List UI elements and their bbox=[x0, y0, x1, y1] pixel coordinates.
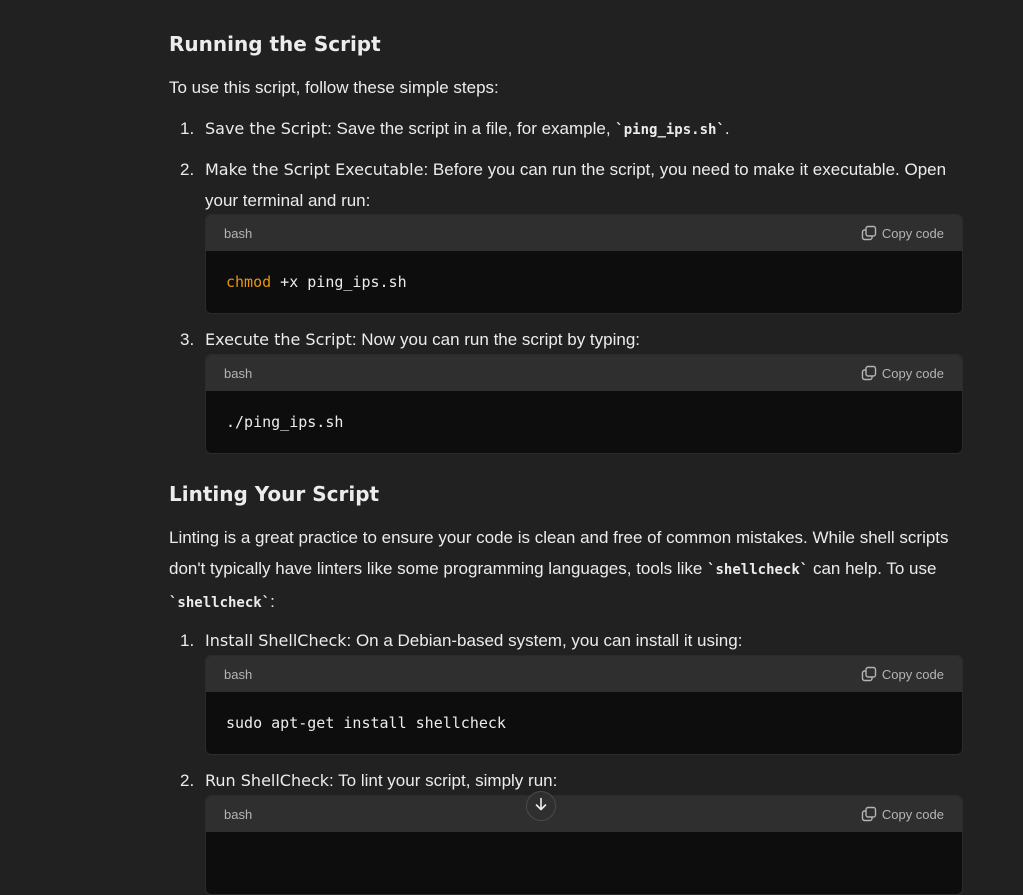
list-number: 3. bbox=[180, 330, 195, 349]
copy-code-label: Copy code bbox=[881, 806, 944, 822]
step-text: : Now you can run the script by typing: bbox=[351, 330, 641, 349]
code-language-label: bash bbox=[224, 666, 253, 682]
inline-code: `shellcheck` bbox=[169, 595, 271, 611]
step-text: : Save the script in a file, for example… bbox=[327, 119, 616, 138]
list-item-make-executable: 2. Make the Script Executable: Before yo… bbox=[169, 154, 961, 216]
list-item-execute-script: 3. Execute the Script: Now you can run t… bbox=[169, 324, 961, 355]
copy-code-button[interactable]: Copy code bbox=[861, 666, 944, 682]
section-heading-running: Running the Script bbox=[169, 32, 381, 56]
linting-text: can help. To use bbox=[808, 559, 937, 578]
code-block-header: bash Copy code bbox=[206, 355, 962, 391]
list-number: 2. bbox=[180, 771, 195, 790]
copy-code-button[interactable]: Copy code bbox=[861, 225, 944, 241]
scroll-to-bottom-button[interactable] bbox=[526, 791, 556, 821]
list-item-save-script: 1. Save the Script: Save the script in a… bbox=[169, 113, 961, 146]
code-language-label: bash bbox=[224, 225, 253, 241]
running-intro-text: To use this script, follow these simple … bbox=[169, 78, 499, 97]
step-title: Execute the Script bbox=[205, 330, 352, 349]
list-number: 1. bbox=[180, 631, 195, 650]
arrow-down-icon bbox=[534, 797, 548, 816]
step-text-end: . bbox=[724, 119, 730, 138]
code-block-header: bash Copy code bbox=[206, 796, 962, 832]
code-block-body: sudo apt-get install shellcheck bbox=[206, 692, 962, 754]
code-block-run: bash Copy code ./ping_ips.sh bbox=[205, 354, 963, 454]
code-language-label: bash bbox=[224, 365, 253, 381]
code-block-header: bash Copy code bbox=[206, 215, 962, 251]
list-number: 1. bbox=[180, 119, 195, 138]
list-item-install-shellcheck: 1. Install ShellCheck: On a Debian-based… bbox=[169, 625, 961, 656]
copy-icon bbox=[861, 666, 877, 682]
copy-icon bbox=[861, 225, 877, 241]
code-text: +x ping_ips.sh bbox=[271, 273, 407, 291]
code-block-chmod: bash Copy code chmod +x ping_ips.sh bbox=[205, 214, 963, 314]
copy-code-label: Copy code bbox=[881, 225, 944, 241]
copy-code-button[interactable]: Copy code bbox=[861, 806, 944, 822]
step-title: Save the Script bbox=[205, 119, 328, 138]
step-text: : On a Debian-based system, you can inst… bbox=[346, 631, 743, 650]
list-item-run-shellcheck: 2. Run ShellCheck: To lint your script, … bbox=[169, 765, 961, 796]
code-block-body bbox=[206, 832, 962, 894]
copy-code-label: Copy code bbox=[881, 666, 944, 682]
linting-intro-text: Linting is a great practice to ensure yo… bbox=[169, 522, 961, 619]
inline-code: `ping_ips.sh` bbox=[615, 122, 725, 138]
step-title: Make the Script Executable bbox=[205, 160, 424, 179]
list-number: 2. bbox=[180, 160, 195, 179]
code-text: sudo apt-get install shellcheck bbox=[226, 714, 506, 732]
copy-code-label: Copy code bbox=[881, 365, 944, 381]
copy-code-button[interactable]: Copy code bbox=[861, 365, 944, 381]
code-text: ./ping_ips.sh bbox=[226, 413, 344, 431]
code-block-header: bash Copy code bbox=[206, 656, 962, 692]
code-language-label: bash bbox=[224, 806, 253, 822]
code-block-body: ./ping_ips.sh bbox=[206, 391, 962, 453]
code-keyword: chmod bbox=[226, 273, 272, 291]
inline-code: `shellcheck` bbox=[707, 562, 809, 578]
copy-icon bbox=[861, 365, 877, 381]
step-title: Install ShellCheck bbox=[205, 631, 347, 650]
copy-icon bbox=[861, 806, 877, 822]
code-block-install: bash Copy code sudo apt-get install shel… bbox=[205, 655, 963, 755]
section-heading-linting: Linting Your Script bbox=[169, 482, 380, 506]
step-text: : To lint your script, simply run: bbox=[329, 771, 558, 790]
step-title: Run ShellCheck bbox=[205, 771, 330, 790]
linting-text: : bbox=[270, 592, 275, 611]
code-block-body: chmod +x ping_ips.sh bbox=[206, 251, 962, 313]
code-block-shellcheck: bash Copy code bbox=[205, 795, 963, 895]
